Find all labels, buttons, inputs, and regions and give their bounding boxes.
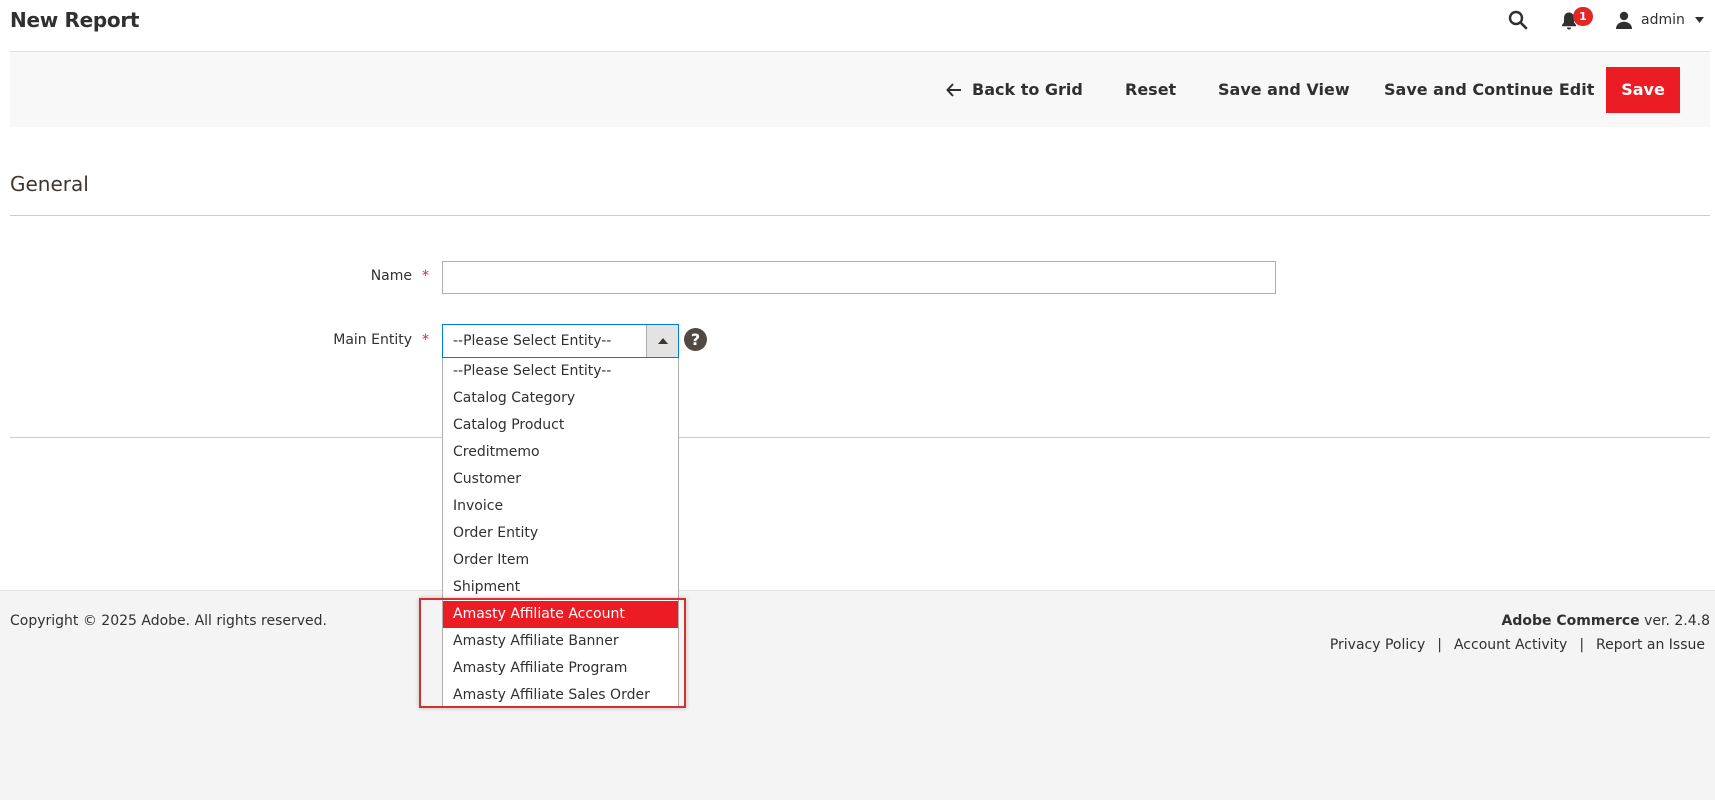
help-icon[interactable]: ?	[684, 328, 707, 351]
copyright-text: Copyright © 2025 Adobe. All rights reser…	[10, 613, 327, 629]
entity-option[interactable]: Shipment	[443, 574, 678, 601]
entity-option[interactable]: Customer	[443, 466, 678, 493]
entity-option[interactable]: Creditmemo	[443, 439, 678, 466]
version-info: Adobe Commerce ver. 2.4.8	[1502, 613, 1710, 629]
page-header: New Report 1 admin	[0, 0, 1715, 42]
save-and-view-button[interactable]: Save and View	[1218, 74, 1350, 106]
search-icon[interactable]	[1508, 10, 1528, 30]
main-entity-select[interactable]: --Please Select Entity--	[442, 324, 679, 358]
entity-option-highlighted[interactable]: Amasty Affiliate Account	[443, 601, 678, 628]
entity-option[interactable]: Catalog Category	[443, 385, 678, 412]
notifications-button[interactable]: 1	[1560, 7, 1593, 34]
main-entity-label: Main Entity	[333, 332, 412, 348]
name-label: Name	[370, 268, 412, 284]
page-footer: Copyright © 2025 Adobe. All rights reser…	[0, 590, 1715, 800]
caret-up-icon	[658, 338, 668, 344]
reset-button[interactable]: Reset	[1125, 74, 1176, 106]
entity-option[interactable]: Amasty Affiliate Banner	[443, 628, 678, 655]
entity-option[interactable]: Order Item	[443, 547, 678, 574]
link-separator: |	[1437, 637, 1442, 653]
main-entity-options-list: --Please Select Entity-- Catalog Categor…	[442, 358, 679, 708]
select-toggle-button[interactable]	[646, 325, 678, 357]
caret-down-icon	[1694, 17, 1704, 23]
section-divider	[10, 215, 1710, 216]
required-marker: *	[422, 268, 429, 284]
privacy-policy-link[interactable]: Privacy Policy	[1330, 637, 1425, 653]
section-title-general[interactable]: General	[10, 172, 89, 196]
link-separator: |	[1579, 637, 1585, 653]
back-to-grid-label: Back to Grid	[972, 80, 1083, 99]
arrow-left-icon	[946, 83, 961, 97]
user-menu[interactable]: admin	[1615, 9, 1704, 31]
required-marker: *	[422, 332, 429, 348]
back-to-grid-button[interactable]: Back to Grid	[946, 74, 1083, 106]
name-input[interactable]	[442, 261, 1276, 294]
entity-option[interactable]: --Please Select Entity--	[443, 358, 678, 385]
account-activity-link[interactable]: Account Activity	[1454, 637, 1567, 653]
entity-option[interactable]: Amasty Affiliate Sales Order	[443, 682, 678, 707]
entity-option[interactable]: Order Entity	[443, 520, 678, 547]
entity-option[interactable]: Catalog Product	[443, 412, 678, 439]
version-number: ver. 2.4.8	[1639, 613, 1710, 629]
entity-option[interactable]: Invoice	[443, 493, 678, 520]
save-button[interactable]: Save	[1606, 67, 1680, 113]
save-and-continue-edit-button[interactable]: Save and Continue Edit	[1384, 74, 1594, 106]
form-divider	[10, 437, 1710, 438]
user-icon	[1616, 11, 1632, 29]
main-entity-selected-value: --Please Select Entity--	[453, 333, 612, 349]
page-title: New Report	[10, 8, 140, 32]
report-an-issue-link[interactable]: Report an Issue	[1596, 637, 1705, 653]
notification-count-badge: 1	[1573, 7, 1593, 26]
footer-links: Privacy Policy | Account Activity | Repo…	[1330, 637, 1705, 653]
page-actions-bar: Back to Grid Reset Save and View Save an…	[10, 51, 1710, 127]
entity-option[interactable]: Amasty Affiliate Program	[443, 655, 678, 682]
user-name: admin	[1641, 12, 1685, 28]
product-name: Adobe Commerce	[1501, 613, 1640, 629]
